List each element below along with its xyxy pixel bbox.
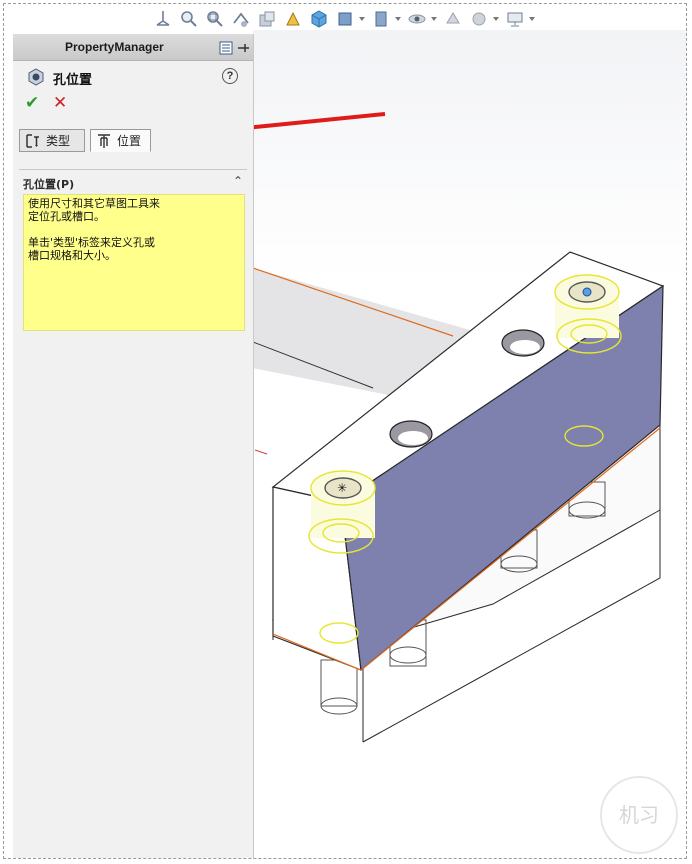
property-manager-header: PropertyManager	[13, 34, 253, 61]
hole-position-section: 孔位置(P) ⌃ 使用尺寸和其它草图工具来 定位孔或槽口。 单击'类型'标签来定…	[19, 169, 247, 331]
pin-icon[interactable]	[236, 40, 250, 59]
message-line: 槽口规格和大小。	[28, 249, 116, 262]
message-box: 使用尺寸和其它草图工具来 定位孔或槽口。 单击'类型'标签来定义孔或 槽口规格和…	[23, 194, 245, 331]
window-frame: ✳ PropertyManager 孔位置 ? ✔ ✕ 类型 位置 孔位置(P)…	[3, 3, 687, 859]
section-title: 孔位置(P)	[23, 178, 75, 191]
action-buttons-row: ✔ ✕	[13, 91, 253, 119]
hole-wizard-icon	[27, 68, 45, 90]
message-line: 定位孔或槽口。	[28, 210, 105, 223]
ok-button[interactable]: ✔	[25, 93, 39, 113]
hole-type-icon	[24, 132, 42, 150]
hole-position-icon	[95, 132, 113, 150]
message-line: 使用尺寸和其它草图工具来	[28, 197, 160, 210]
help-button[interactable]: ?	[222, 68, 238, 84]
feature-title-row: 孔位置 ?	[13, 61, 253, 91]
property-manager-title: PropertyManager	[65, 40, 164, 54]
feature-name: 孔位置	[53, 73, 93, 88]
property-tabs: 类型 位置	[19, 129, 249, 153]
tab-type[interactable]: 类型	[19, 129, 85, 152]
tab-type-label: 类型	[46, 134, 71, 148]
tab-position[interactable]: 位置	[90, 129, 151, 152]
chevron-up-icon[interactable]: ⌃	[233, 174, 243, 188]
panel-list-icon[interactable]	[219, 40, 233, 59]
watermark-logo: 机习	[600, 776, 678, 854]
property-manager-panel: PropertyManager 孔位置 ? ✔ ✕ 类型 位置 孔位置(P) ⌃…	[13, 34, 254, 858]
message-line: 单击'类型'标签来定义孔或	[28, 236, 156, 249]
tab-position-label: 位置	[117, 134, 142, 148]
section-header[interactable]: 孔位置(P) ⌃	[19, 170, 247, 194]
cancel-button[interactable]: ✕	[53, 93, 67, 113]
